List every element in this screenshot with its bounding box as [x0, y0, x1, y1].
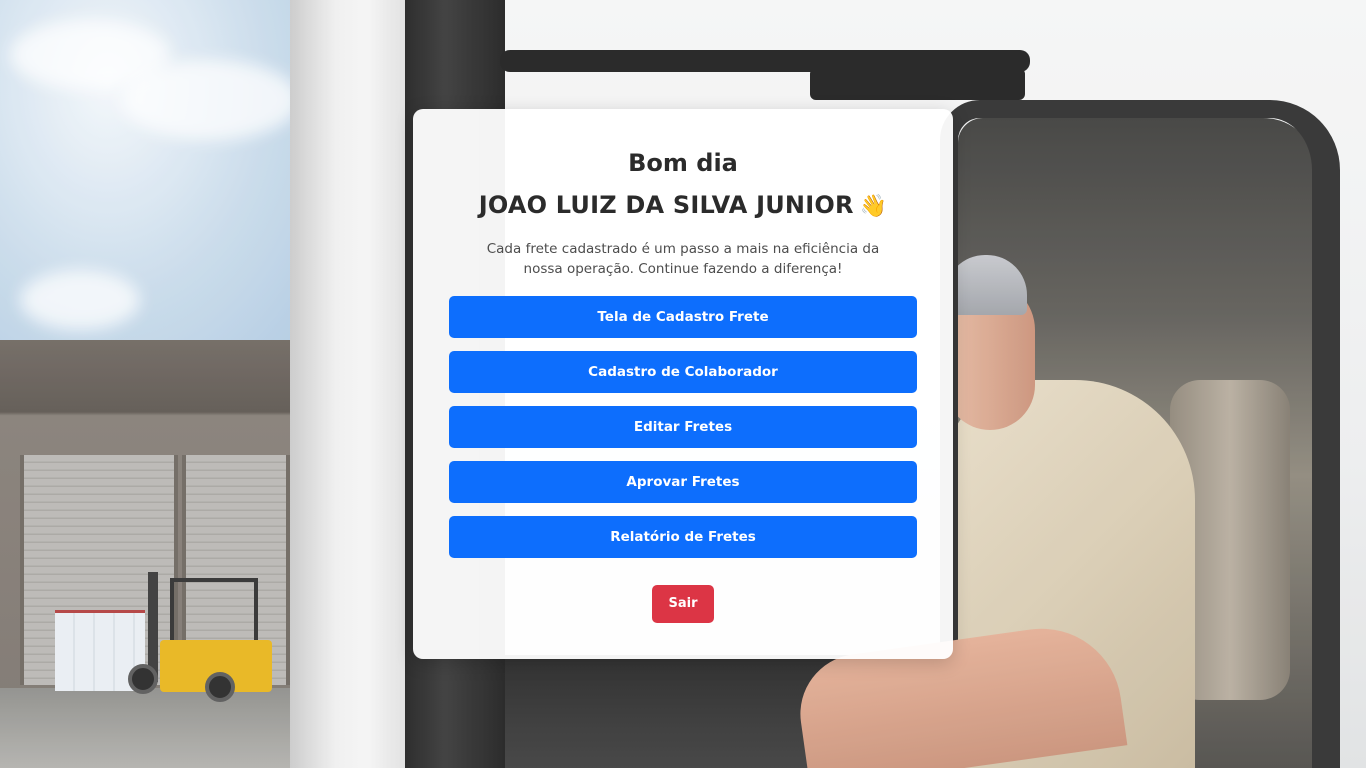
employee-registration-button[interactable]: Cadastro de Colaborador	[449, 351, 917, 393]
edit-freights-button[interactable]: Editar Fretes	[449, 406, 917, 448]
approve-freights-button[interactable]: Aprovar Fretes	[449, 461, 917, 503]
greeting-heading: Bom dia	[628, 149, 738, 177]
motivational-subtitle: Cada frete cadastrado é um passo a mais …	[486, 241, 880, 277]
logout-button[interactable]: Sair	[652, 585, 714, 623]
wave-icon: 👋	[859, 194, 888, 219]
user-name-heading: JOAO LUIZ DA SILVA JUNIOR 👋	[449, 189, 917, 223]
user-name: JOAO LUIZ DA SILVA JUNIOR	[478, 191, 854, 219]
welcome-card: Bom dia JOAO LUIZ DA SILVA JUNIOR 👋 Cada …	[413, 109, 953, 659]
freight-registration-button[interactable]: Tela de Cadastro Frete	[449, 296, 917, 338]
freight-report-button[interactable]: Relatório de Fretes	[449, 516, 917, 558]
main-menu: Tela de Cadastro Frete Cadastro de Colab…	[449, 296, 917, 558]
